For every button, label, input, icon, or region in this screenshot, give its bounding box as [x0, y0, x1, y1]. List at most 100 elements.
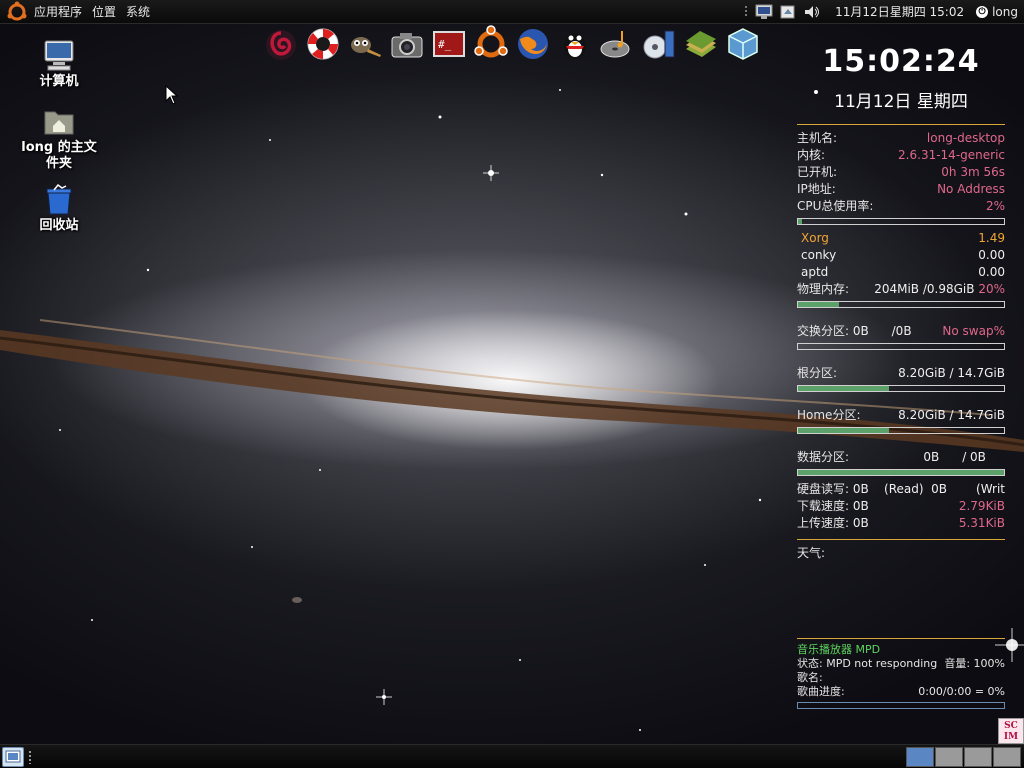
workspace-3[interactable]	[964, 747, 992, 767]
download-total: 2.79KiB	[958, 499, 1005, 513]
user-menu[interactable]: ⏻ long	[976, 5, 1018, 19]
mpd-volume: 音量: 100%	[944, 657, 1005, 670]
disk-write-label: (Writ	[976, 482, 1005, 496]
conky-weather-row: 天气:	[797, 545, 1005, 562]
mpd-status: 状态: MPD not responding	[797, 657, 938, 670]
disk-write: 0B	[931, 482, 948, 496]
gimp-icon[interactable]	[346, 25, 384, 63]
cpu-bar	[797, 218, 1005, 225]
disk-read-label: (Read)	[884, 482, 924, 496]
mpd-progress-value: 0:00/0:00 = 0%	[918, 685, 1005, 698]
kernel-label: 内核:	[797, 148, 826, 162]
memory-label: 物理内存:	[797, 282, 850, 296]
data-total: / 0B	[962, 450, 986, 464]
books-icon[interactable]	[682, 25, 720, 63]
scim-label: SC IM	[1003, 721, 1019, 742]
swap-bar	[797, 343, 1005, 350]
upload-total: 5.31KiB	[958, 516, 1005, 530]
music-disc-icon[interactable]	[598, 25, 636, 63]
data-used: 0B	[923, 450, 940, 464]
weather-label: 天气:	[797, 546, 826, 560]
memory-used: 204MiB	[874, 282, 920, 296]
panel-clock[interactable]: 11月12日星期四 15:02	[835, 3, 964, 20]
conky-mpd-panel: 音乐播放器 MPD 状态: MPD not responding 音量: 100…	[797, 638, 1005, 714]
conky-data-row: 数据分区: 0B / 0B	[797, 449, 1005, 466]
conky-system-monitor: 15:02:24 11月12日 星期四 主机名: long-desktop 内核…	[797, 30, 1005, 562]
debian-swirl-icon[interactable]	[262, 25, 300, 63]
dock-launcher: #_	[262, 24, 762, 64]
conky-memory-row: 物理内存: 204MiB /0.98GiB 20%	[797, 281, 1005, 298]
panel-grip-handle[interactable]	[28, 750, 32, 764]
conky-uptime-row: 已开机: 0h 3m 56s	[797, 164, 1005, 181]
desktop-label-trash: 回收站	[39, 218, 79, 233]
data-bar-fill	[798, 470, 1004, 475]
conky-date: 11月12日 星期四	[834, 92, 968, 112]
conky-separator	[797, 124, 1005, 125]
swap-label: 交换分区:	[797, 324, 850, 338]
home-bar	[797, 427, 1005, 434]
menu-places[interactable]: 位置	[92, 3, 126, 20]
disk-label: 硬盘读写:	[797, 482, 850, 496]
root-label: 根分区:	[797, 366, 838, 380]
kernel-value: 2.6.31-14-generic	[898, 148, 1005, 162]
hostname-value: long-desktop	[926, 131, 1005, 145]
ubuntu-icon[interactable]	[472, 25, 510, 63]
download-label: 下载速度:	[797, 499, 850, 513]
data-bar	[797, 469, 1005, 476]
workspace-1[interactable]	[906, 747, 934, 767]
ip-label: IP地址:	[797, 182, 836, 196]
desktop-icon-trash[interactable]: 回收站	[14, 184, 104, 234]
terminal-icon[interactable]: #_	[430, 25, 468, 63]
scim-input-method-icon[interactable]: SC IM	[998, 718, 1024, 744]
show-desktop-button[interactable]	[2, 747, 24, 767]
download-value: 0B	[852, 499, 869, 513]
conky-time: 15:02:24	[822, 44, 980, 79]
desktop-icon-home-folder[interactable]: long 的主文 件夹	[14, 106, 104, 172]
computer-icon	[44, 40, 74, 71]
upload-label: 上传速度:	[797, 516, 850, 530]
mpd-progress-row: 歌曲进度: 0:00/0:00 = 0%	[797, 685, 1005, 699]
firefox-icon[interactable]	[514, 25, 552, 63]
swap-used: 0B	[852, 324, 869, 338]
menu-system[interactable]: 系统	[126, 3, 160, 20]
media-player-icon[interactable]	[640, 25, 678, 63]
mouse-cursor-icon	[165, 85, 179, 105]
trash-icon	[46, 184, 72, 215]
home-label: Home分区:	[797, 408, 861, 422]
update-notifier-icon[interactable]	[779, 4, 797, 20]
mpd-status-row: 状态: MPD not responding 音量: 100%	[797, 657, 1005, 671]
virtualbox-icon[interactable]	[724, 25, 762, 63]
network-monitor-icon[interactable]	[755, 4, 773, 20]
root-bar-fill	[798, 386, 889, 391]
ip-value: No Address	[937, 182, 1005, 196]
conky-home-row: Home分区: 8.20GiB / 14.7GiB	[797, 407, 1005, 424]
cpu-label: CPU总使用率:	[797, 199, 874, 213]
process-value: 1.49	[978, 231, 1005, 245]
memory-bar	[797, 301, 1005, 308]
root-bar	[797, 385, 1005, 392]
desktop-icon-computer[interactable]: 计算机	[14, 38, 104, 90]
conky-ip-row: IP地址: No Address	[797, 181, 1005, 198]
qq-penguin-icon[interactable]	[556, 25, 594, 63]
workspace-4[interactable]	[993, 747, 1021, 767]
home-bar-fill	[798, 428, 889, 433]
help-lifebuoy-icon[interactable]	[304, 25, 342, 63]
desktop-label-computer: 计算机	[39, 74, 79, 89]
memory-bar-fill	[798, 302, 840, 307]
menu-applications[interactable]: 应用程序	[34, 3, 92, 20]
conky-upload-row: 上传速度: 0B 5.31KiB	[797, 515, 1005, 532]
camera-icon[interactable]	[388, 25, 426, 63]
memory-percent: 20%	[978, 282, 1005, 296]
mpd-song-label: 歌名:	[797, 671, 823, 684]
conky-swap-row: 交换分区: 0B /0B No swap%	[797, 323, 1005, 340]
mpd-title-row: 音乐播放器 MPD	[797, 643, 1005, 657]
data-label: 数据分区:	[797, 450, 850, 464]
volume-icon[interactable]	[803, 4, 821, 20]
ubuntu-menu-icon[interactable]	[6, 1, 28, 23]
svg-text:#_: #_	[438, 38, 452, 51]
mpd-song-row: 歌名:	[797, 671, 1005, 685]
panel-tray: 11月12日星期四 15:02 ⏻ long	[743, 3, 1024, 20]
workspace-2[interactable]	[935, 747, 963, 767]
bottom-panel	[0, 744, 1024, 768]
process-name: aptd	[801, 265, 829, 279]
